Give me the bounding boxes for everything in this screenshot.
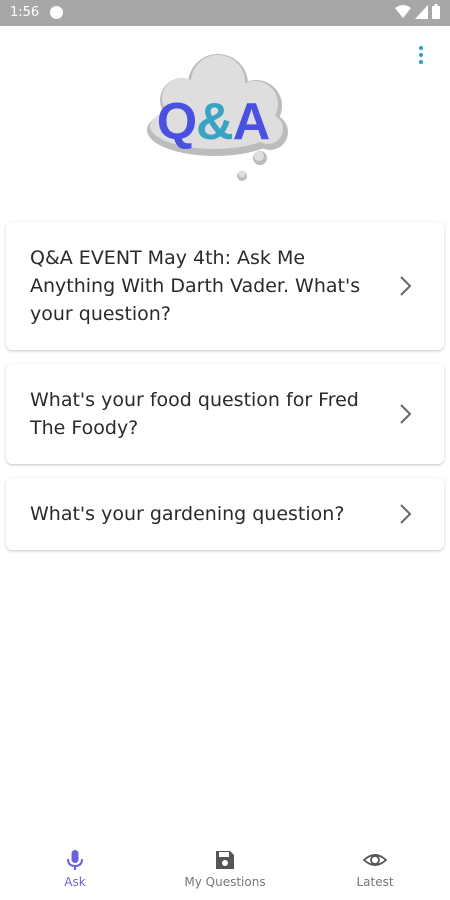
status-icons xyxy=(395,4,440,19)
wifi-icon xyxy=(395,4,411,18)
battery-icon xyxy=(432,4,440,19)
save-icon xyxy=(216,851,234,869)
question-text: Q&A EVENT May 4th: Ask Me Anything With … xyxy=(30,247,361,325)
notification-icon xyxy=(50,6,63,19)
qa-logo: Q&A xyxy=(140,52,300,182)
question-card-food[interactable]: What's your food question for Fred The F… xyxy=(6,364,444,464)
bottom-nav: Ask My Questions Latest xyxy=(0,840,450,900)
signal-icon xyxy=(415,4,428,19)
logo-ampersand: & xyxy=(196,93,234,151)
question-list: Q&A EVENT May 4th: Ask Me Anything With … xyxy=(6,222,444,564)
status-time: 1:56 xyxy=(10,5,40,20)
nav-ask-label: Ask xyxy=(64,875,86,889)
nav-my-questions-label: My Questions xyxy=(184,875,266,889)
chevron-right-icon xyxy=(400,276,412,296)
logo-letter-q: Q xyxy=(156,93,197,151)
status-bar: 1:56 xyxy=(0,0,450,26)
question-card-darth-vader[interactable]: Q&A EVENT May 4th: Ask Me Anything With … xyxy=(6,222,444,350)
logo-text: Q&A xyxy=(140,92,286,152)
question-card-gardening[interactable]: What's your gardening question? xyxy=(6,478,444,550)
nav-ask[interactable]: Ask xyxy=(20,848,130,889)
nav-my-questions[interactable]: My Questions xyxy=(170,848,280,889)
question-text: What's your gardening question? xyxy=(30,503,345,525)
logo-letter-a: A xyxy=(232,93,271,151)
eye-icon xyxy=(363,854,387,866)
kebab-menu-icon[interactable] xyxy=(418,46,424,66)
microphone-icon xyxy=(67,850,83,870)
chevron-right-icon xyxy=(400,404,412,424)
chevron-right-icon xyxy=(400,504,412,524)
question-text: What's your food question for Fred The F… xyxy=(30,389,359,439)
nav-latest-label: Latest xyxy=(356,875,394,889)
nav-latest[interactable]: Latest xyxy=(320,848,430,889)
